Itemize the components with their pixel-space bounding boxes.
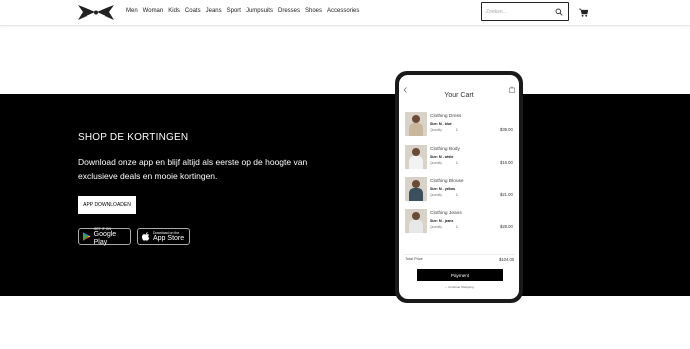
cart-item-price: $39.00 [500, 127, 513, 132]
cart-item-photo [405, 177, 427, 201]
nav-item-woman[interactable]: Woman [143, 8, 164, 14]
continue-shopping-link[interactable]: ← Continue Shopping [399, 285, 519, 289]
main-nav: Men Woman Kids Coats Jeans Sport Jumpsui… [126, 8, 359, 14]
total-price-label: Total Price [405, 257, 423, 261]
cart-item-quantity-label: Quantity [430, 161, 442, 165]
shopping-bag-icon [509, 86, 515, 93]
cart-item-1-garment [409, 156, 423, 169]
cart-item: Clothing Dress Size: M - blue Quantity 1… [405, 112, 519, 138]
app-store-badge[interactable]: Download on the App Store [137, 228, 190, 245]
app-download-button[interactable]: APP DOWNLOADEN [78, 196, 136, 214]
cart-item-photo [405, 112, 427, 136]
cart-item-2-garment [409, 188, 423, 201]
site-header: Men Woman Kids Coats Jeans Sport Jumpsui… [0, 0, 690, 26]
cart-item-quantity-label: Quantity [430, 128, 442, 132]
cart-item-quantity[interactable]: 1 [456, 161, 458, 165]
cart-item-quantity[interactable]: 1 [456, 225, 458, 229]
nav-item-men[interactable]: Men [126, 8, 138, 14]
logo-bow-icon[interactable] [75, 4, 117, 21]
nav-item-accessories[interactable]: Accessories [327, 8, 359, 14]
cart-item-photo [405, 209, 427, 233]
cart-item-name: Clothing Body [430, 147, 460, 152]
cart-item-price: $16.00 [500, 160, 513, 165]
nav-item-jeans[interactable]: Jeans [206, 8, 222, 14]
nav-item-kids[interactable]: Kids [168, 8, 180, 14]
payment-button[interactable]: Payment [417, 269, 503, 281]
cart-item-size: Size: M - jeans [430, 219, 454, 223]
search-box [481, 2, 569, 21]
cart-icon[interactable] [579, 8, 588, 17]
nav-item-shoes[interactable]: Shoes [305, 8, 322, 14]
google-play-icon [83, 232, 91, 241]
nav-item-jumpsuits[interactable]: Jumpsuits [246, 8, 273, 14]
search-input[interactable] [486, 7, 552, 17]
cart-item-name: Clothing Dress [430, 114, 462, 119]
phone-mockup: Your Cart Clothing Dress Size: M - blue … [395, 71, 523, 303]
cart-item: Clothing Jeans Size: M - jeans Quantity … [405, 209, 519, 235]
promo-text: Download onze app en blijf altijd als ee… [78, 157, 308, 181]
promo-title: SHOP DE KORTINGEN [78, 132, 189, 143]
cart-item: Clothing Blouse Size: M - yellow Quantit… [405, 177, 519, 203]
google-play-badge[interactable]: GET IT ON Google Play [78, 227, 131, 246]
cart-item-0-garment [409, 123, 423, 136]
cart-item-quantity[interactable]: 1 [456, 193, 458, 197]
apple-badge-big-text: App Store [153, 234, 185, 242]
cart-item-photo [405, 145, 427, 169]
cart-item-price: $21.00 [500, 192, 513, 197]
cart-item-size: Size: M - white [430, 155, 454, 159]
cart-item-price: $28.00 [500, 224, 513, 229]
nav-item-coats[interactable]: Coats [185, 8, 201, 14]
cart-item-quantity[interactable]: 1 [456, 128, 458, 132]
cart-item-name: Clothing Blouse [430, 179, 464, 184]
cart-title: Your Cart [444, 92, 474, 99]
total-price: $104.00 [499, 257, 515, 262]
cart-item-quantity-label: Quantity [430, 225, 442, 229]
cart-item-size: Size: M - yellow [430, 187, 456, 191]
cart-item: Clothing Body Size: M - white Quantity 1… [405, 145, 519, 171]
cart-item-size: Size: M - blue [430, 122, 452, 126]
search-icon[interactable] [555, 8, 563, 16]
nav-item-dresses[interactable]: Dresses [278, 8, 300, 14]
google-badge-big-text: Google Play [93, 230, 117, 246]
apple-icon [142, 232, 150, 241]
cart-item-name: Clothing Jeans [430, 211, 462, 216]
cart-item-3-garment [409, 220, 423, 233]
nav-item-sport[interactable]: Sport [227, 8, 241, 14]
divider [403, 254, 515, 255]
app-promo-banner [0, 94, 690, 296]
phone-screen: Your Cart Clothing Dress Size: M - blue … [399, 75, 519, 299]
cart-item-quantity-label: Quantity [430, 193, 442, 197]
